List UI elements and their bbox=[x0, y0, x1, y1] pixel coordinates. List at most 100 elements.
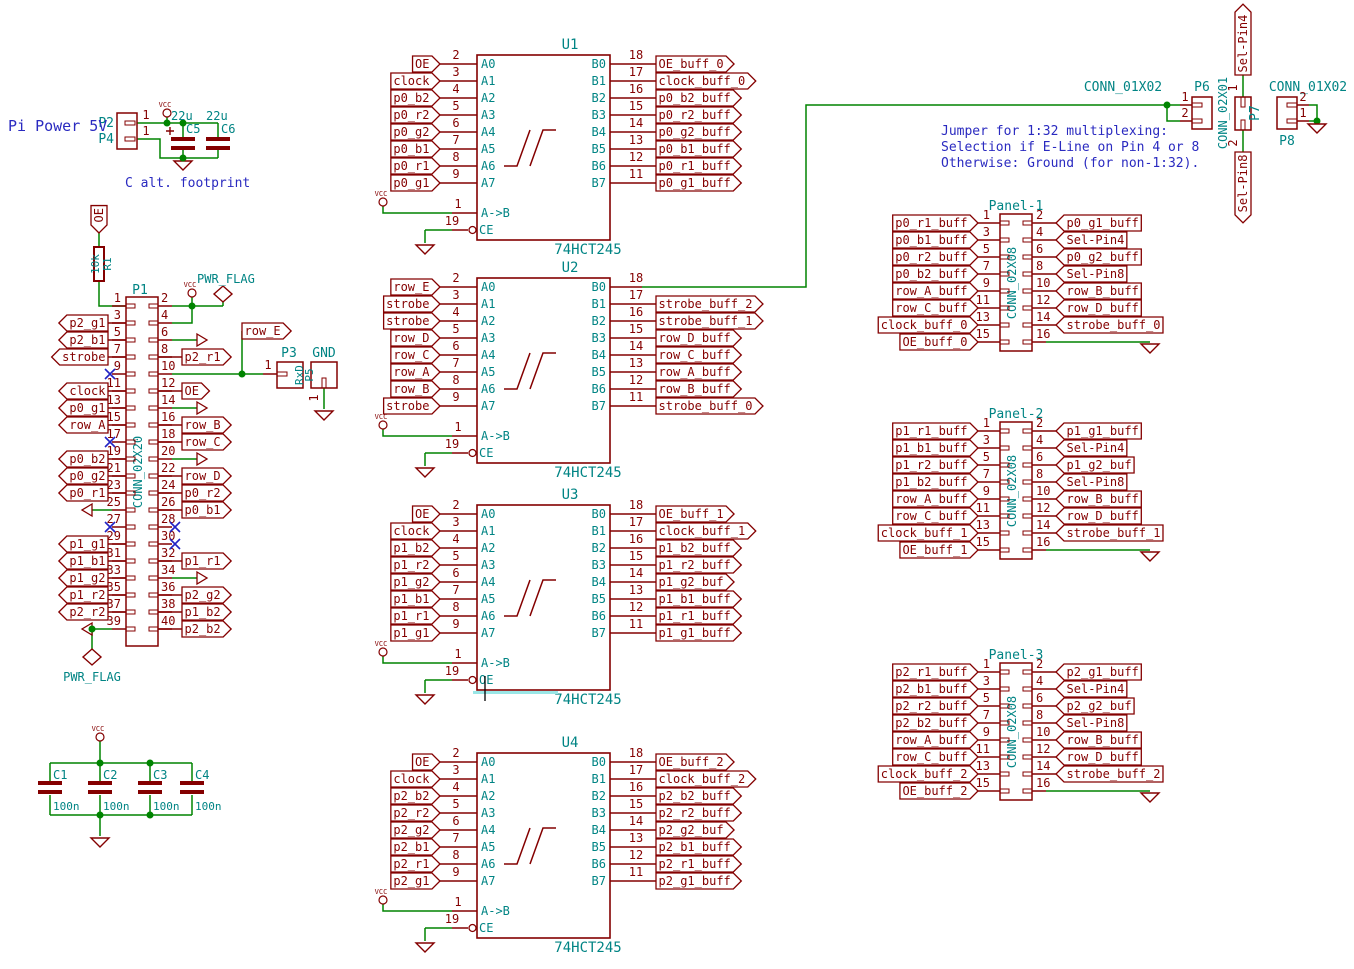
net-label-p1_b2[interactable]: p1_b2 bbox=[182, 604, 231, 620]
net-label-p1_b1_buff[interactable]: p1_b1_buff bbox=[656, 591, 741, 607]
connector-p8[interactable]: CONN_01X02P821 bbox=[1269, 80, 1347, 149]
net-label-p1_g1[interactable]: p1_g1 bbox=[391, 625, 440, 641]
net-label-row_E[interactable]: row_E bbox=[391, 279, 440, 295]
arrow-right-symbol[interactable] bbox=[197, 402, 207, 414]
net-label-p1_g1_buff[interactable]: p1_g1_buff bbox=[656, 625, 741, 641]
net-label-row_C_buff[interactable]: row_C_buff bbox=[893, 300, 978, 316]
net-label-OE[interactable]: OE bbox=[413, 56, 440, 72]
net-label-Sel-Pin4[interactable]: Sel-Pin4 bbox=[1235, 4, 1251, 75]
connector-panel-2[interactable]: Panel-2CONN_02X0812345678910111213141516 bbox=[976, 407, 1056, 559]
net-label-p2_b2_buff[interactable]: p2_b2_buff bbox=[656, 788, 741, 804]
arrow-left-symbol[interactable] bbox=[82, 504, 92, 516]
gnd-symbol[interactable] bbox=[91, 838, 109, 847]
net-label-p0_r1[interactable]: p0_r1 bbox=[59, 485, 108, 501]
net-label-p1_b1[interactable]: p1_b1 bbox=[59, 553, 108, 569]
net-label-p0_g1_buff[interactable]: p0_g1_buff bbox=[656, 175, 741, 191]
gnd-symbol[interactable] bbox=[416, 695, 434, 704]
net-label-p0_r1_buff[interactable]: p0_r1_buff bbox=[656, 158, 741, 174]
net-label-clock_buff_0[interactable]: clock_buff_0 bbox=[878, 317, 978, 333]
net-label-strobe_buff_0[interactable]: strobe_buff_0 bbox=[1056, 317, 1163, 333]
arrow-right-symbol[interactable] bbox=[197, 334, 207, 346]
net-label-row_A[interactable]: row_A bbox=[391, 364, 440, 380]
net-label-p0_b2_buff[interactable]: p0_b2_buff bbox=[893, 266, 978, 282]
net-label-row_B[interactable]: row_B bbox=[391, 381, 440, 397]
gnd-symbol[interactable] bbox=[174, 161, 192, 170]
net-label-strobe_buff_1[interactable]: strobe_buff_1 bbox=[656, 313, 763, 329]
net-label-p1_g1[interactable]: p1_g1 bbox=[59, 536, 108, 552]
net-label-OE[interactable]: OE bbox=[182, 383, 209, 399]
connector-p3[interactable]: P31RxD bbox=[263, 346, 306, 388]
net-label-clock_buff_2[interactable]: clock_buff_2 bbox=[656, 771, 756, 787]
net-label-row_E[interactable]: row_E bbox=[242, 323, 291, 339]
net-label-p0_g1[interactable]: p0_g1 bbox=[391, 175, 440, 191]
net-label-row_D_buff[interactable]: row_D_buff bbox=[1056, 508, 1141, 524]
net-label-OE[interactable]: OE bbox=[91, 206, 107, 233]
net-label-Sel-Pin8[interactable]: Sel-Pin8 bbox=[1056, 474, 1127, 490]
ic-u1[interactable]: U174HCT2452A018B03A117B14A216B25A315B36A… bbox=[440, 37, 656, 258]
net-label-strobe[interactable]: strobe bbox=[52, 349, 108, 365]
net-label-p1_r2[interactable]: p1_r2 bbox=[391, 557, 440, 573]
net-label-clock[interactable]: clock bbox=[391, 523, 440, 539]
vcc-symbol[interactable]: VCC bbox=[159, 101, 172, 117]
net-label-p0_r2_buff[interactable]: p0_r2_buff bbox=[656, 107, 741, 123]
net-label-p1_r1[interactable]: p1_r1 bbox=[182, 553, 231, 569]
net-label-p2_g1[interactable]: p2_g1 bbox=[59, 315, 108, 331]
net-label-row_A_buff[interactable]: row_A_buff bbox=[656, 364, 741, 380]
net-label-row_C_buff[interactable]: row_C_buff bbox=[656, 347, 741, 363]
capacitor-c1[interactable]: C1100n bbox=[38, 768, 80, 813]
net-label-p0_b1[interactable]: p0_b1 bbox=[182, 502, 231, 518]
net-label-p2_g2[interactable]: p2_g2 bbox=[391, 822, 440, 838]
net-label-strobe[interactable]: strobe bbox=[384, 398, 440, 414]
net-label-clock_buff_0[interactable]: clock_buff_0 bbox=[656, 73, 756, 89]
arrow-right-symbol[interactable] bbox=[197, 453, 207, 465]
net-label-row_B_buff[interactable]: row_B_buff bbox=[656, 381, 741, 397]
net-label-p2_r1[interactable]: p2_r1 bbox=[182, 349, 231, 365]
net-label-row_D_buff[interactable]: row_D_buff bbox=[1056, 300, 1141, 316]
net-label-row_B_buff[interactable]: row_B_buff bbox=[1056, 283, 1141, 299]
connector-p1[interactable]: P1CONN_02X201234567891011121314151617181… bbox=[107, 283, 182, 646]
net-label-Sel-Pin4[interactable]: Sel-Pin4 bbox=[1056, 681, 1127, 697]
net-label-row_A_buff[interactable]: row_A_buff bbox=[893, 732, 978, 748]
net-label-p0_b2_buff[interactable]: p0_b2_buff bbox=[656, 90, 741, 106]
net-label-OE[interactable]: OE bbox=[413, 754, 440, 770]
net-label-p0_b1_buff[interactable]: p0_b1_buff bbox=[893, 232, 978, 248]
net-label-p0_r2[interactable]: p0_r2 bbox=[182, 485, 231, 501]
gnd-symbol[interactable] bbox=[315, 411, 333, 420]
net-label-row_A_buff[interactable]: row_A_buff bbox=[893, 491, 978, 507]
net-label-row_D[interactable]: row_D bbox=[391, 330, 440, 346]
net-label-p2_b1_buff[interactable]: p2_b1_buff bbox=[656, 839, 741, 855]
net-label-row_D_buff[interactable]: row_D_buff bbox=[1056, 749, 1141, 765]
net-label-Sel-Pin4[interactable]: Sel-Pin4 bbox=[1056, 232, 1127, 248]
net-label-p0_r2[interactable]: p0_r2 bbox=[391, 107, 440, 123]
net-label-p2_b2[interactable]: p2_b2 bbox=[182, 621, 231, 637]
gnd-symbol[interactable] bbox=[416, 943, 434, 952]
vcc-symbol[interactable]: VCC bbox=[375, 413, 388, 429]
net-label-p0_b2[interactable]: p0_b2 bbox=[391, 90, 440, 106]
net-label-p2_g2[interactable]: p2_g2 bbox=[182, 587, 231, 603]
pwr-flag-symbol[interactable]: PWR_FLAG bbox=[63, 649, 121, 684]
net-label-strobe[interactable]: strobe bbox=[384, 313, 440, 329]
vcc-symbol[interactable]: VCC bbox=[375, 888, 388, 904]
pullup-r1[interactable]: 10kR1 bbox=[89, 247, 114, 281]
net-label-p0_g1[interactable]: p0_g1 bbox=[59, 400, 108, 416]
net-label-strobe_buff_0[interactable]: strobe_buff_0 bbox=[656, 398, 763, 414]
net-label-p2_b1[interactable]: p2_b1 bbox=[391, 839, 440, 855]
net-label-row_B_buff[interactable]: row_B_buff bbox=[1056, 732, 1141, 748]
net-label-p2_b2_buff[interactable]: p2_b2_buff bbox=[893, 715, 978, 731]
net-label-row_C[interactable]: row_C bbox=[182, 434, 231, 450]
net-label-OE_buff_1[interactable]: OE_buff_1 bbox=[656, 506, 734, 522]
gnd-symbol[interactable] bbox=[1141, 552, 1159, 561]
net-label-p2_g2_buf[interactable]: p2_g2_buf bbox=[656, 822, 734, 838]
net-label-OE[interactable]: OE bbox=[413, 506, 440, 522]
vcc-symbol[interactable]: VCC bbox=[375, 190, 388, 206]
net-label-p2_r1_buff[interactable]: p2_r1_buff bbox=[656, 856, 741, 872]
net-label-OE_buff_0[interactable]: OE_buff_0 bbox=[656, 56, 734, 72]
net-label-OE_buff_0[interactable]: OE_buff_0 bbox=[900, 334, 978, 350]
net-label-p0_b1[interactable]: p0_b1 bbox=[391, 141, 440, 157]
net-label-Sel-Pin8[interactable]: Sel-Pin8 bbox=[1056, 266, 1127, 282]
net-label-p2_r2[interactable]: p2_r2 bbox=[391, 805, 440, 821]
net-label-row_D[interactable]: row_D bbox=[182, 468, 231, 484]
net-label-strobe_buff_2[interactable]: strobe_buff_2 bbox=[656, 296, 763, 312]
net-label-clock[interactable]: clock bbox=[59, 383, 108, 399]
net-label-p1_g2[interactable]: p1_g2 bbox=[59, 570, 108, 586]
